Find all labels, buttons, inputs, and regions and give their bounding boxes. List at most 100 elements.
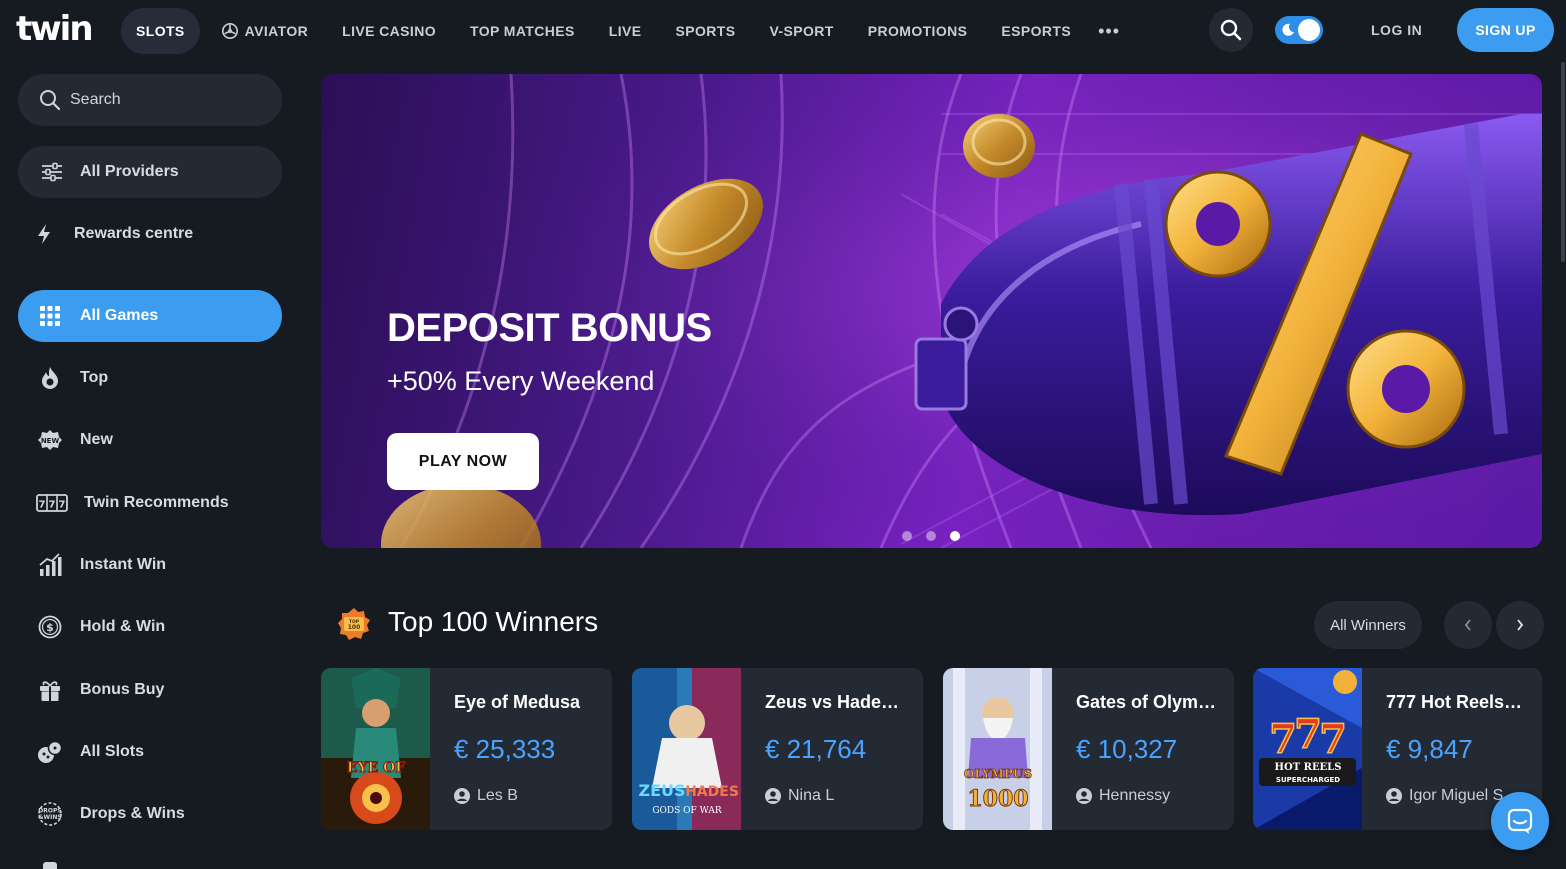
svg-text:GODS OF WAR: GODS OF WAR [652, 806, 722, 816]
winner-game-name: Gates of Olym… [1076, 692, 1217, 712]
winner-amount: € 25,333 [454, 734, 556, 764]
winner-user: Nina L [765, 787, 834, 805]
svg-text:7: 7 [59, 500, 66, 511]
login-button[interactable]: LOG IN [1371, 22, 1422, 38]
sidebar-item-partial[interactable] [18, 854, 282, 869]
sidebar-item-instant-win[interactable]: Instant Win [18, 543, 282, 587]
nav-live[interactable]: LIVE [592, 8, 659, 54]
all-providers-button[interactable]: All Providers [18, 146, 282, 198]
nav-sports[interactable]: SPORTS [658, 8, 752, 54]
sidebar-item-twin-recommends[interactable]: 777 Twin Recommends [18, 481, 282, 525]
svg-text:EYE OF: EYE OF [347, 760, 405, 776]
twin-recommends-label: Twin Recommends [84, 494, 229, 511]
search-icon [36, 89, 64, 111]
instant-win-label: Instant Win [80, 556, 167, 573]
sidebar-item-rewards[interactable]: Rewards centre [18, 212, 282, 256]
winner-user: Igor Miguel S [1386, 787, 1503, 805]
sidebar-item-all-slots[interactable]: All Slots [18, 730, 282, 774]
winners-title: Top 100 Winners [388, 606, 599, 637]
drops-wins-label: Drops & Wins [80, 805, 185, 822]
nav-promotions[interactable]: PROMOTIONS [851, 8, 985, 54]
winners-next-button[interactable] [1496, 601, 1544, 649]
winner-username: Nina L [788, 787, 835, 804]
svg-text:7: 7 [1269, 716, 1297, 763]
svg-text:ZEUS: ZEUS [638, 781, 685, 800]
nav-promotions-label: PROMOTIONS [867, 23, 968, 39]
winner-card[interactable]: EYE OF Eye of Medusa € 25,333 Les B [321, 668, 612, 830]
sidebar-item-new[interactable]: NEW New [18, 418, 282, 462]
sidebar-item-drops-wins[interactable]: DROPS &WINS Drops & Wins [18, 792, 282, 836]
sidebar-item-bonus-buy[interactable]: Bonus Buy [18, 668, 282, 712]
signup-button[interactable]: SIGN UP [1457, 8, 1554, 52]
nav-v-sport[interactable]: V-SPORT [752, 8, 850, 54]
main-nav: SLOTS AVIATOR LIVE CASINO TOP MATCHES LI… [121, 8, 1130, 54]
banner-subtitle: +50% Every Weekend [387, 366, 655, 396]
nav-slots-label: SLOTS [136, 23, 185, 39]
zeus-vs-hades-thumbnail: ZEUS HADES GODS OF WAR [632, 668, 741, 830]
winner-amount: € 9,847 [1386, 734, 1473, 764]
header-search-button[interactable] [1209, 8, 1253, 52]
nav-esports[interactable]: ESPORTS [984, 8, 1088, 54]
moon-icon [1282, 23, 1294, 36]
nav-aviator-label: AVIATOR [244, 23, 309, 39]
sidebar-item-hold-win[interactable]: $ Hold & Win [18, 605, 282, 649]
gates-of-olympus-thumbnail: OLYMPUS 1000 [943, 668, 1052, 830]
user-icon [1386, 788, 1402, 804]
winners-prev-button[interactable] [1444, 601, 1492, 649]
svg-text:7: 7 [39, 500, 46, 511]
winner-username: Igor Miguel S [1409, 787, 1504, 804]
winner-amount: € 10,327 [1076, 734, 1178, 764]
winner-game-name: Zeus vs Hade… [765, 692, 900, 712]
chat-icon [1507, 808, 1533, 834]
nav-aviator[interactable]: AVIATOR [204, 8, 325, 54]
user-icon [765, 788, 781, 804]
top-label: Top [80, 369, 109, 386]
winner-username: Les B [477, 787, 518, 804]
slot-reels-icon: 777 [34, 493, 70, 513]
top-header: twin SLOTS AVIATOR LIVE CASINO TOP MATCH… [0, 0, 1566, 62]
user-icon [1076, 788, 1092, 804]
bar-chart-icon [30, 553, 70, 577]
sidebar-search-label: Search [70, 91, 121, 108]
winner-card[interactable]: ZEUS HADES GODS OF WAR Zeus vs Hade… € 2… [632, 668, 923, 830]
more-menu-icon[interactable]: ••• [1088, 21, 1130, 42]
nav-live-casino[interactable]: LIVE CASINO [325, 8, 453, 54]
new-label: New [80, 431, 113, 448]
sidebar-item-top[interactable]: Top [18, 356, 282, 400]
sliders-icon [32, 162, 72, 182]
nav-slots[interactable]: SLOTS [121, 8, 200, 54]
theme-toggle[interactable] [1275, 16, 1323, 44]
svg-text:$: $ [46, 621, 54, 634]
sidebar-search[interactable]: Search [18, 74, 282, 126]
twin-logo[interactable]: twin [16, 12, 94, 46]
svg-text:7: 7 [49, 500, 56, 511]
svg-text:NEW: NEW [41, 437, 60, 445]
all-winners-button[interactable]: All Winners [1314, 601, 1422, 649]
dice-icon [30, 740, 70, 764]
all-games-label: All Games [80, 307, 159, 324]
nav-live-label: LIVE [608, 23, 642, 39]
drops-wins-icon: DROPS &WINS [30, 802, 70, 826]
winner-game-name: Eye of Medusa [454, 692, 581, 712]
promo-banner[interactable]: DEPOSIT BONUS +50% Every Weekend PLAY NO… [321, 74, 1542, 548]
nav-esports-label: ESPORTS [1001, 23, 1072, 39]
svg-text:SUPERCHARGED: SUPERCHARGED [1276, 776, 1340, 784]
winner-card[interactable]: OLYMPUS 1000 Gates of Olym… € 10,327 Hen… [943, 668, 1234, 830]
carousel-dot-3[interactable] [950, 531, 960, 541]
rewards-label: Rewards centre [74, 225, 194, 242]
toggle-knob [1298, 19, 1320, 41]
bonus-buy-label: Bonus Buy [80, 681, 165, 698]
svg-text:7: 7 [1319, 716, 1347, 763]
sidebar-item-all-games[interactable]: All Games [18, 290, 282, 342]
carousel-dot-2[interactable] [926, 531, 936, 541]
chevron-right-icon [1517, 619, 1524, 631]
winner-amount: € 21,764 [765, 734, 867, 764]
chat-support-button[interactable] [1491, 792, 1549, 850]
carousel-dot-1[interactable] [902, 531, 912, 541]
lightning-icon [24, 223, 64, 245]
play-now-button[interactable]: PLAY NOW [387, 433, 539, 490]
nav-top-matches[interactable]: TOP MATCHES [453, 8, 592, 54]
svg-text:HADES: HADES [685, 784, 739, 800]
coin-icon: $ [30, 615, 70, 639]
page-scrollbar[interactable] [1561, 62, 1565, 262]
